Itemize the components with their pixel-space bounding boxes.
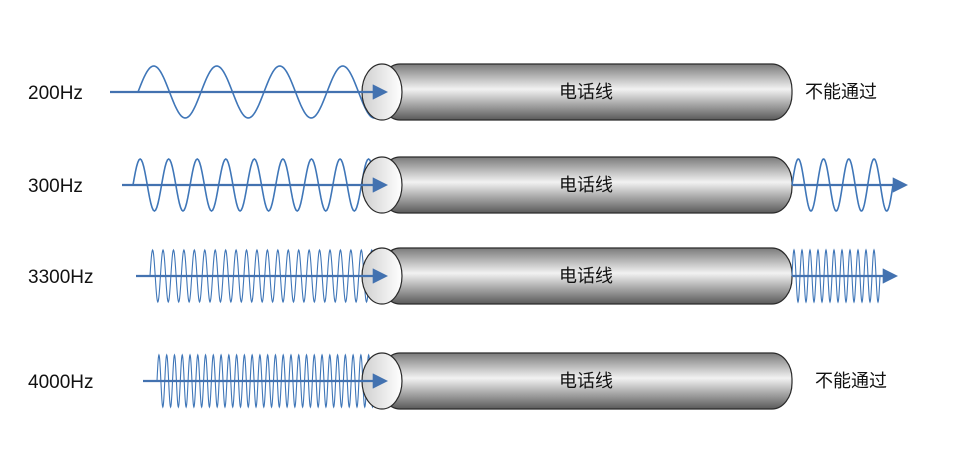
blocked-label: 不能通过 — [815, 371, 887, 392]
blocked-label: 不能通过 — [805, 82, 877, 103]
frequency-label: 300Hz — [28, 176, 83, 197]
diagram-canvas: 200Hz 电话线 不能通过 300Hz 电话线 3300Hz 电话线 4000Hz 电话线 不能… — [0, 0, 956, 452]
cable-label: 电话线 — [559, 266, 613, 287]
cable-label: 电话线 — [559, 371, 613, 392]
frequency-label: 200Hz — [28, 83, 83, 104]
row-4000hz: 4000Hz 电话线 不能通过 — [28, 352, 887, 410]
row-3300hz: 3300Hz 电话线 — [28, 247, 899, 305]
cable-label: 电话线 — [559, 175, 613, 196]
row-200hz: 200Hz 电话线 不能通过 — [28, 63, 877, 121]
frequency-label: 4000Hz — [28, 372, 94, 393]
signal-pass-diagram: 200Hz 电话线 不能通过300Hz 电话线3300Hz 电话线4000Hz 电话线 不能… — [28, 63, 909, 410]
cable-label: 电话线 — [559, 82, 613, 103]
frequency-label: 3300Hz — [28, 267, 94, 288]
row-300hz: 300Hz 电话线 — [28, 156, 909, 214]
